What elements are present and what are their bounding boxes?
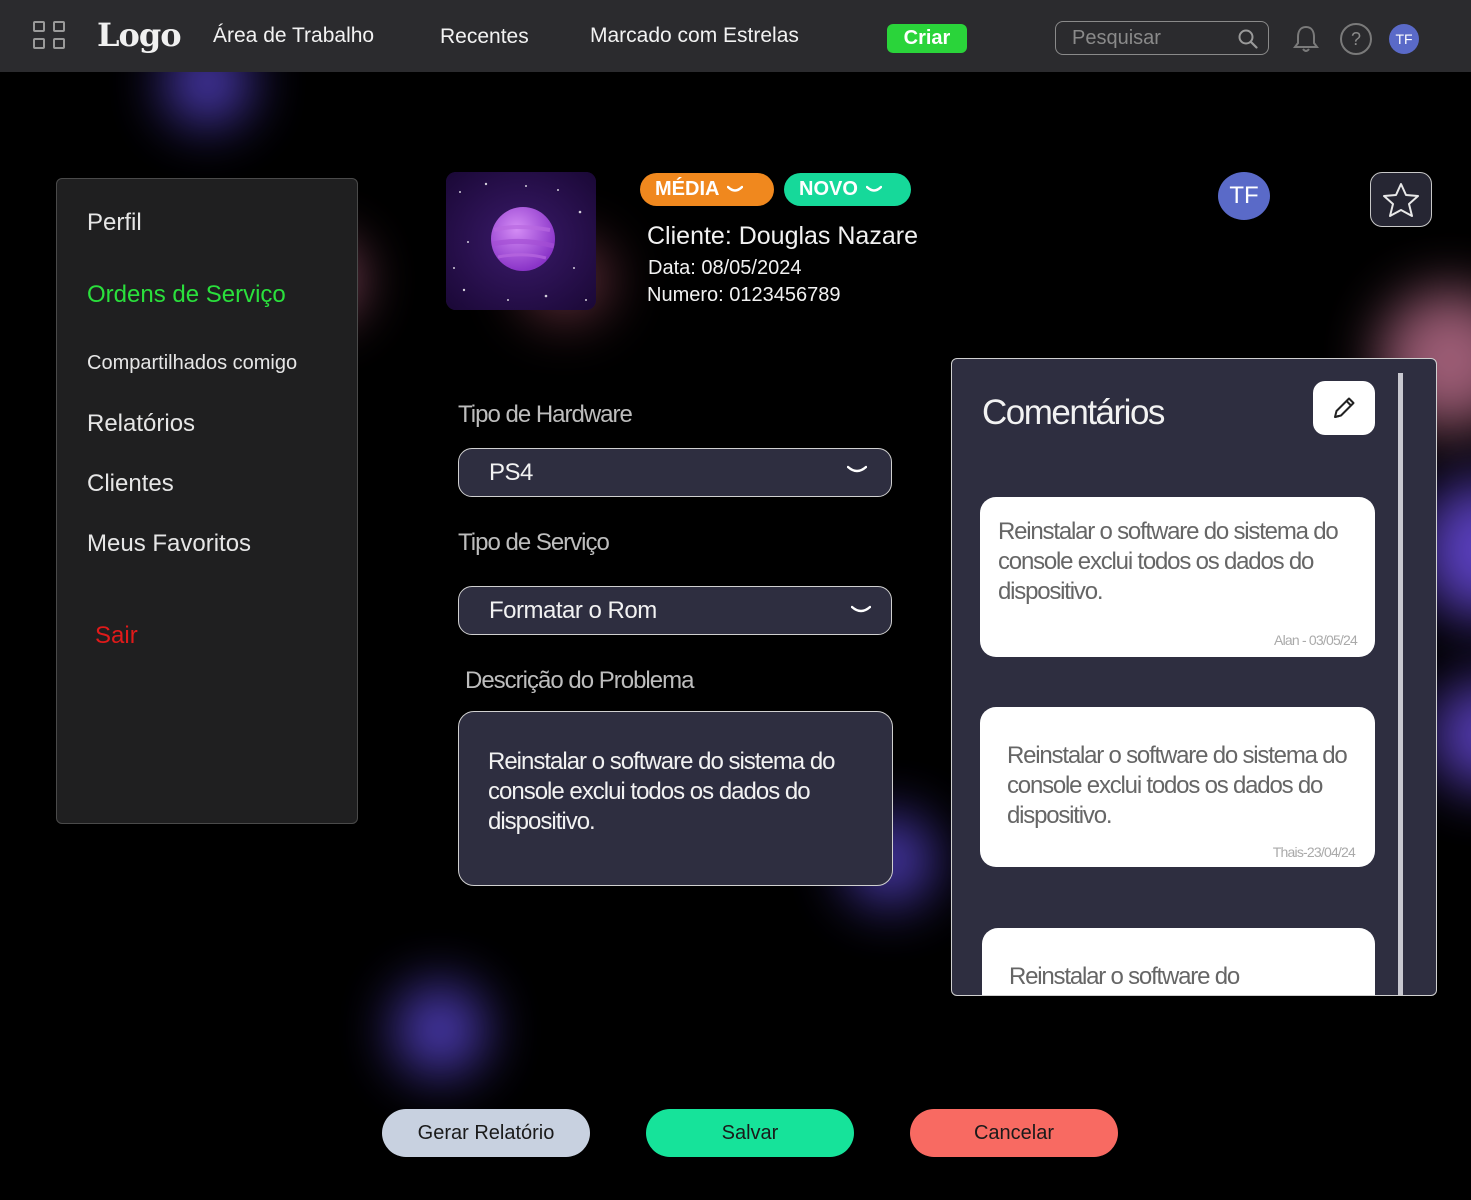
comment-text: Reinstalar o software do [1009, 963, 1240, 990]
client-name: Cliente: Douglas Nazare [647, 222, 918, 250]
nav-starred[interactable]: Marcado com Estrelas [590, 24, 799, 48]
chevron-down-icon [727, 185, 744, 192]
comment-signature: Thais-23/04/24 [1272, 844, 1356, 860]
bell-icon[interactable] [1292, 24, 1320, 54]
favorite-button[interactable] [1370, 172, 1432, 227]
help-icon[interactable]: ? [1340, 23, 1372, 55]
logo[interactable]: Logo [97, 16, 182, 54]
top-bar: Logo Área de Trabalho Recentes Marcado c… [0, 0, 1471, 72]
generate-report-button[interactable]: Gerar Relatório [382, 1109, 590, 1157]
star-icon [1383, 182, 1419, 217]
order-date: Data: 08/05/2024 [648, 257, 802, 279]
bg-glow [395, 985, 485, 1075]
search-input[interactable] [1072, 27, 1232, 49]
comment-signature: Alan - 03/05/24 [1274, 632, 1358, 648]
sidebar-item-reports[interactable]: Relatórios [87, 410, 195, 438]
comments-scrollbar[interactable] [1398, 373, 1403, 995]
planet-image [446, 172, 596, 310]
sidebar: Perfil Ordens de Serviço Compartilhados … [56, 178, 358, 824]
service-select[interactable]: Formatar o Rom [458, 586, 892, 635]
chevron-down-icon [851, 605, 871, 613]
sidebar-item-favorites[interactable]: Meus Favoritos [87, 530, 251, 558]
comment-card: Reinstalar o software do sistema do cons… [980, 497, 1375, 657]
apps-grid-icon[interactable] [33, 21, 67, 51]
status-badge-label: NOVO [799, 178, 858, 200]
comment-text: Reinstalar o software do sistema do cons… [998, 518, 1339, 605]
comment-text: Reinstalar o software do sistema do cons… [1007, 742, 1348, 829]
order-number: Numero: 0123456789 [647, 284, 841, 306]
priority-badge[interactable]: MÉDIA [640, 173, 774, 206]
status-badge[interactable]: NOVO [784, 173, 911, 206]
search-icon[interactable] [1238, 29, 1258, 49]
service-label: Tipo de Serviço [458, 529, 610, 556]
chevron-down-icon [865, 185, 882, 192]
hardware-value: PS4 [489, 458, 533, 486]
search-box [1055, 21, 1269, 55]
user-avatar[interactable]: TF [1389, 24, 1419, 54]
sidebar-item-clients[interactable]: Clientes [87, 470, 174, 498]
add-comment-button[interactable] [1313, 381, 1375, 435]
comments-panel: Comentários Reinstalar o software do sis… [951, 358, 1437, 996]
pencil-icon [1334, 397, 1355, 418]
comment-card: Reinstalar o software do sistema do cons… [980, 707, 1375, 867]
save-button[interactable]: Salvar [646, 1109, 854, 1157]
service-value: Formatar o Rom [489, 596, 657, 624]
hardware-label: Tipo de Hardware [458, 401, 633, 428]
description-textarea[interactable]: Reinstalar o software do sistema do cons… [458, 711, 893, 886]
cancel-button[interactable]: Cancelar [910, 1109, 1118, 1157]
priority-badge-label: MÉDIA [655, 178, 720, 200]
sidebar-item-shared[interactable]: Compartilhados comigo [87, 352, 297, 375]
description-label: Descrição do Problema [465, 667, 694, 694]
nav-workspace[interactable]: Área de Trabalho [213, 24, 374, 48]
sidebar-item-profile[interactable]: Perfil [87, 209, 142, 237]
comment-card: Reinstalar o software do [982, 928, 1375, 995]
comments-title: Comentários [982, 393, 1165, 432]
nav-recent[interactable]: Recentes [440, 25, 529, 49]
create-button[interactable]: Criar [887, 24, 967, 53]
sidebar-item-logout[interactable]: Sair [95, 622, 138, 650]
assignee-avatar[interactable]: TF [1218, 172, 1270, 220]
sidebar-item-service-orders[interactable]: Ordens de Serviço [87, 281, 286, 309]
chevron-down-icon [847, 465, 867, 473]
hardware-select[interactable]: PS4 [458, 448, 892, 497]
